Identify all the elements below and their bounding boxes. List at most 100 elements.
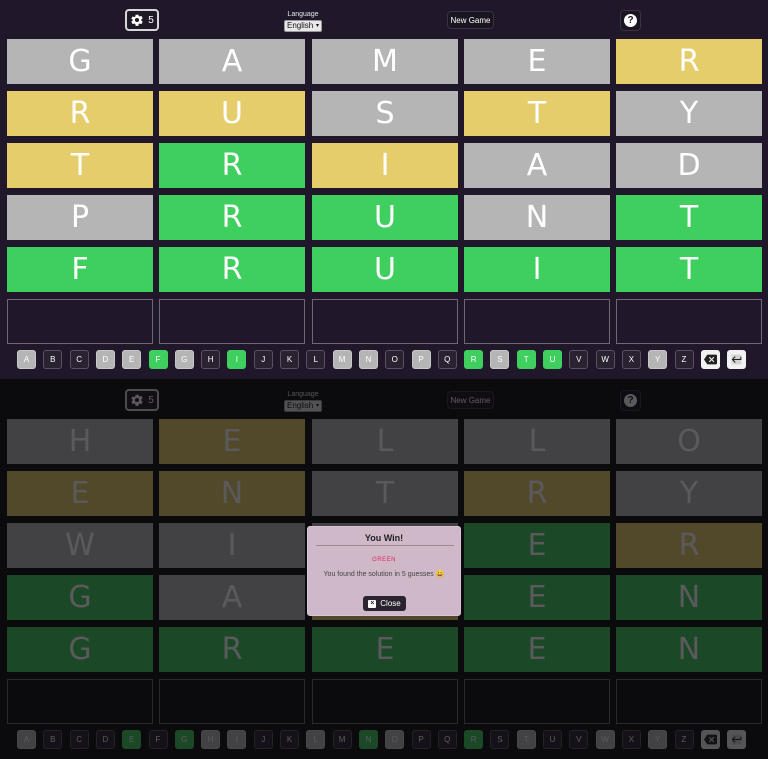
key-z[interactable]: Z [674,350,694,369]
language-select[interactable]: English ▾ [284,400,322,412]
key-g[interactable]: G [174,350,194,369]
key-z[interactable]: Z [674,730,694,749]
letter-tile: E [464,523,610,568]
key-w[interactable]: W [595,350,615,369]
settings-button[interactable]: 5 [125,9,159,31]
key-o[interactable]: O [385,730,405,749]
key-h[interactable]: H [201,350,221,369]
key-y[interactable]: Y [648,730,668,749]
key-j[interactable]: J [253,730,273,749]
game-panel-top: 5 Language English ▾ New Game ? GAMERRUS… [0,0,768,379]
enter-key[interactable] [727,350,747,369]
letter-tile: A [159,39,305,84]
letter-tile: N [616,627,762,672]
help-button[interactable]: ? [620,10,641,31]
key-q[interactable]: Q [437,350,457,369]
letter-tile: R [616,39,762,84]
key-e[interactable]: E [122,350,142,369]
backspace-key[interactable] [700,350,720,369]
letter-tile [616,299,762,344]
letter-tile [312,679,458,724]
key-b[interactable]: B [43,350,63,369]
key-j[interactable]: J [253,350,273,369]
key-c[interactable]: C [69,730,89,749]
letter-tile [464,299,610,344]
letter-tile: H [7,419,153,464]
letter-tile: R [159,195,305,240]
key-a[interactable]: A [17,350,36,369]
key-x[interactable]: X [621,730,641,749]
question-circle-icon: ? [624,394,637,407]
letter-tile: E [159,419,305,464]
key-t[interactable]: T [516,730,536,749]
letter-tile: S [312,91,458,136]
key-f[interactable]: F [148,730,168,749]
language-select[interactable]: English ▾ [284,20,322,32]
key-f[interactable]: F [148,350,168,369]
key-u[interactable]: U [543,350,562,369]
key-v[interactable]: V [569,730,589,749]
letter-tile: I [159,523,305,568]
letter-tile: N [464,195,610,240]
help-button[interactable]: ? [620,390,641,411]
key-q[interactable]: Q [437,730,457,749]
guess-grid: GAMERRUSTYTRIADPRUNTFRUIT [7,39,762,344]
key-i[interactable]: I [227,730,247,749]
key-l[interactable]: L [306,350,326,369]
new-game-button[interactable]: New Game [447,11,494,29]
key-v[interactable]: V [569,350,589,369]
letter-tile: Y [616,91,762,136]
letter-tile: G [7,575,153,620]
key-o[interactable]: O [385,350,405,369]
key-t[interactable]: T [516,350,536,369]
key-k[interactable]: K [280,350,299,369]
key-p[interactable]: P [411,730,431,749]
letter-tile: L [464,419,610,464]
letter-tile: R [7,91,153,136]
key-m[interactable]: M [332,730,352,749]
key-m[interactable]: M [332,350,352,369]
key-g[interactable]: G [174,730,194,749]
win-message: You found the solution in 5 guesses 😀 [323,571,445,578]
close-button[interactable]: × Close [363,596,406,611]
key-y[interactable]: Y [648,350,668,369]
key-u[interactable]: U [543,730,562,749]
gear-icon [131,14,143,26]
key-i[interactable]: I [227,350,247,369]
on-screen-keyboard: ABCDEFGHIJKLMNOPQRSTUVWXYZ [17,730,751,750]
settings-button[interactable]: 5 [125,389,159,411]
language-value: English [287,401,314,410]
letter-tile: A [464,143,610,188]
new-game-button[interactable]: New Game [447,391,494,409]
on-screen-keyboard: ABCDEFGHIJKLMNOPQRSTUVWXYZ [17,350,751,370]
letter-tile: E [7,471,153,516]
backspace-icon [703,354,717,365]
key-r[interactable]: R [464,730,484,749]
key-r[interactable]: R [464,350,484,369]
key-b[interactable]: B [43,730,63,749]
key-k[interactable]: K [280,730,299,749]
letter-tile: I [312,143,458,188]
enter-key[interactable] [727,730,747,749]
letter-tile [159,299,305,344]
key-l[interactable]: L [306,730,326,749]
backspace-key[interactable] [700,730,720,749]
key-x[interactable]: X [621,350,641,369]
chevron-down-icon: ▾ [315,403,319,409]
close-icon: × [368,599,377,608]
key-d[interactable]: D [95,730,115,749]
key-s[interactable]: S [490,730,510,749]
key-n[interactable]: N [358,350,378,369]
game-header: 5 Language English ▾ New Game ? [0,380,768,420]
key-e[interactable]: E [122,730,142,749]
key-s[interactable]: S [490,350,510,369]
key-w[interactable]: W [595,730,615,749]
divider [316,545,454,546]
key-d[interactable]: D [95,350,115,369]
key-a[interactable]: A [17,730,36,749]
key-c[interactable]: C [69,350,89,369]
key-p[interactable]: P [411,350,431,369]
key-n[interactable]: N [358,730,378,749]
letter-tile: T [312,471,458,516]
key-h[interactable]: H [201,730,221,749]
